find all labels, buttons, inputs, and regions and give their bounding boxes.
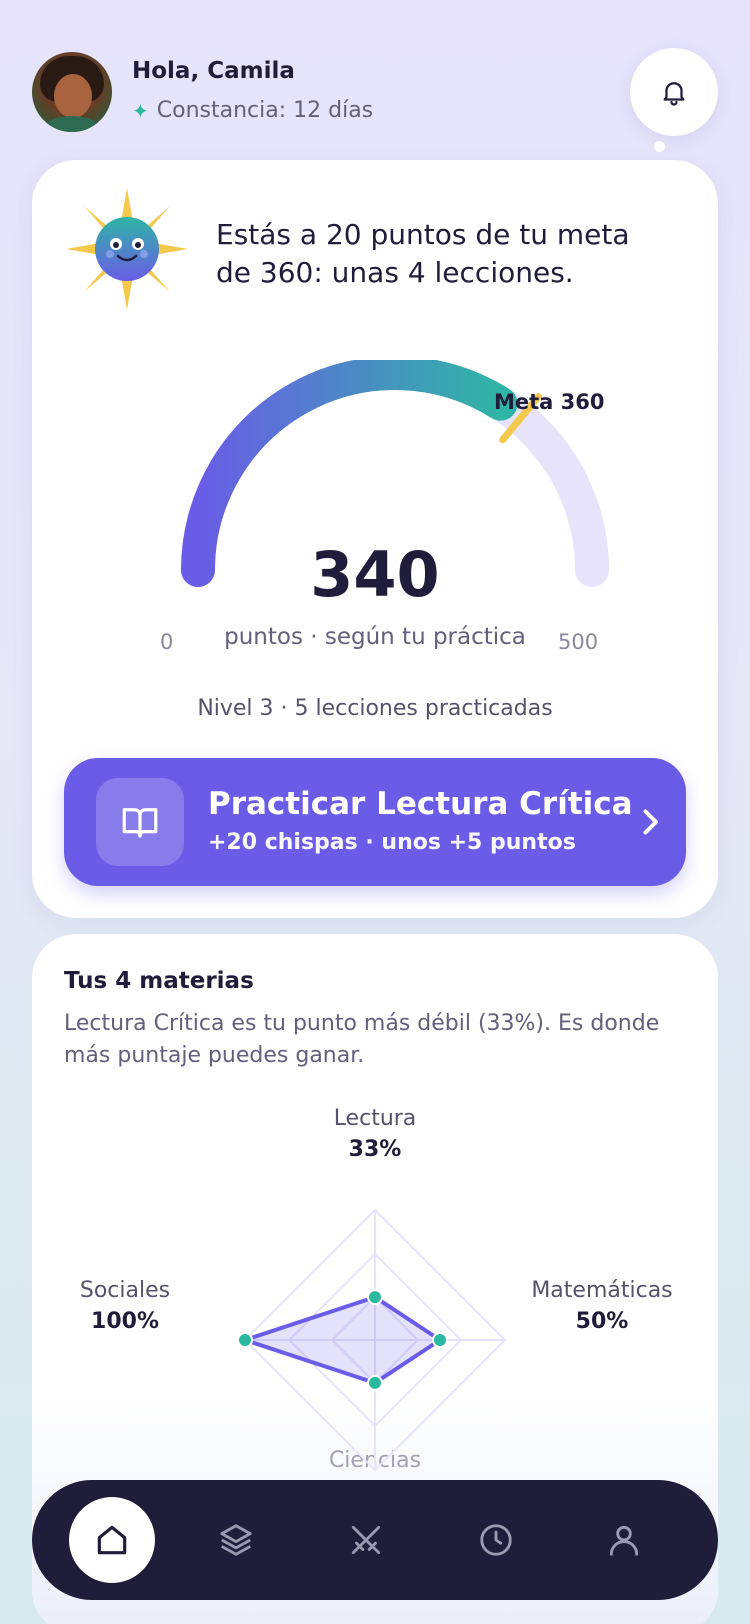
nav-lessons[interactable] [193,1497,279,1583]
book-icon-box [96,778,184,866]
streak-label: ✦ Constancia: 12 días [132,98,373,123]
nav-history[interactable] [453,1497,539,1583]
clock-icon [480,1524,512,1556]
goal-label: Meta 360 [494,390,605,414]
gauge-max-label: 500 [558,630,599,654]
score-value: 340 [310,538,440,611]
home-icon [97,1525,127,1555]
subjects-title: Tus 4 materias [64,968,254,994]
header: Hola, Camila ✦ Constancia: 12 días [0,0,750,160]
greeting: Hola, Camila [132,58,295,84]
goal-message: Estás a 20 puntos de tu meta de 360: una… [216,218,630,289]
nav-challenges[interactable] [323,1497,409,1583]
radar-point-lectura [367,1289,383,1306]
nav-home[interactable] [69,1497,155,1583]
chevron-right-icon [643,809,658,835]
bell-icon [663,82,685,106]
notification-dot [654,141,665,152]
score-caption: puntos · según tu práctica [224,624,526,650]
sparkle-icon: ✦ [132,98,149,123]
bottom-nav [32,1480,718,1600]
radar-point-sociales [237,1332,253,1348]
practice-subtitle: +20 chispas · unos +5 puntos [208,830,576,855]
level-text: Nivel 3 · 5 lecciones practicadas [197,696,553,721]
subjects-radar-chart [237,1208,507,1472]
goal-card: Estás a 20 puntos de tu meta de 360: una… [32,160,718,918]
avatar[interactable] [32,52,112,132]
sun-mascot-icon [66,188,188,310]
user-icon [609,1525,639,1556]
streak-text: Constancia: 12 días [156,98,374,123]
subjects-description: Lectura Crítica es tu punto más débil (3… [64,1011,660,1068]
layers-icon [220,1524,252,1556]
radar-point-matemáticas [432,1332,448,1348]
gauge-min-label: 0 [160,630,174,654]
radar-label-lectura: Lectura 33% [333,1106,417,1162]
nav-profile[interactable] [581,1497,667,1583]
book-icon [122,808,158,838]
practice-lectura-button[interactable]: Practicar Lectura Crítica +20 chispas · … [64,758,686,886]
practice-title: Practicar Lectura Crítica [208,786,633,822]
swords-icon [351,1525,381,1555]
radar-point-ciencias [367,1374,383,1391]
notifications-button[interactable] [630,48,718,136]
